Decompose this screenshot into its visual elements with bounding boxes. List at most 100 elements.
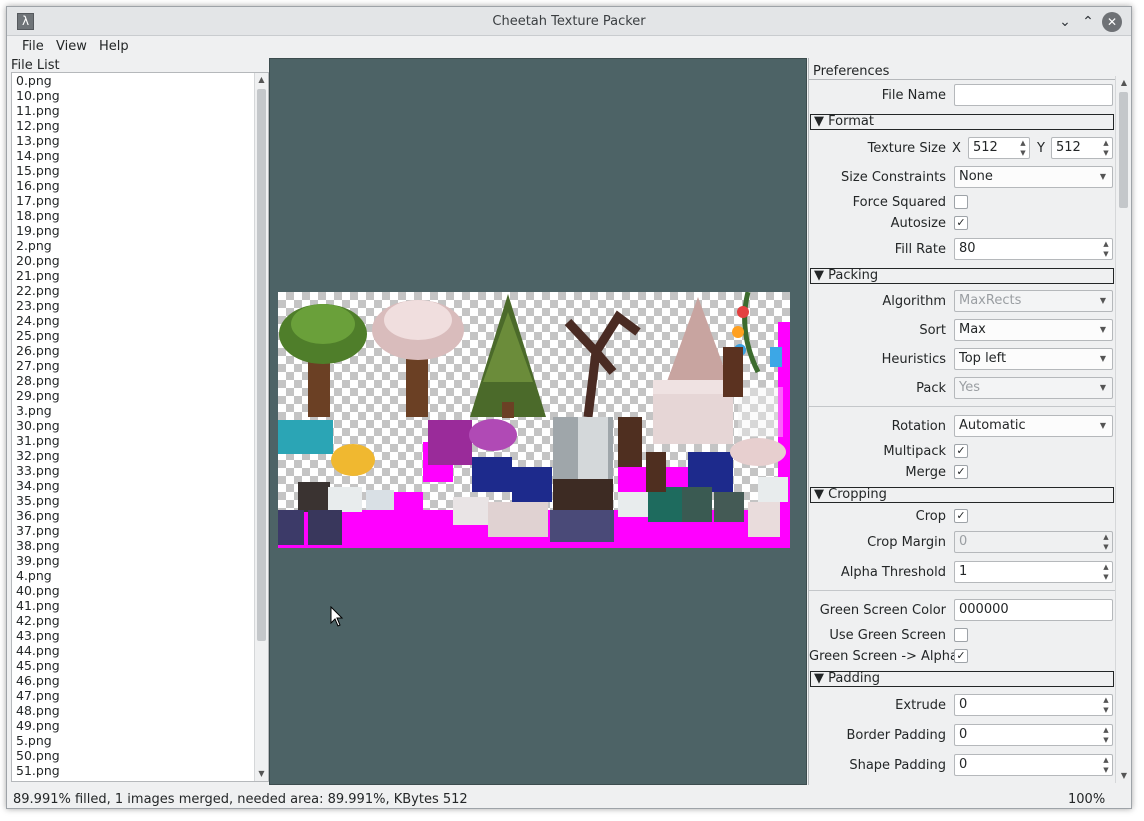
stepper-icon[interactable]: ▲ ▼ xyxy=(1100,695,1112,715)
menu-help[interactable]: Help xyxy=(99,39,129,54)
file-list-item[interactable]: 12.png xyxy=(12,118,268,133)
scroll-down-icon[interactable]: ▼ xyxy=(1117,769,1131,783)
file-list-item[interactable]: 29.png xyxy=(12,388,268,403)
file-list-item[interactable]: 30.png xyxy=(12,418,268,433)
section-packing[interactable]: ▼ Packing xyxy=(810,268,1114,284)
texture-preview-canvas[interactable] xyxy=(269,58,807,785)
close-icon[interactable]: ✕ xyxy=(1102,12,1122,32)
menu-file[interactable]: File xyxy=(22,39,44,54)
file-list-item[interactable]: 36.png xyxy=(12,508,268,523)
scroll-thumb[interactable] xyxy=(1119,92,1128,208)
file-list-item[interactable]: 3.png xyxy=(12,403,268,418)
file-list-item[interactable]: 4.png xyxy=(12,568,268,583)
file-list-item[interactable]: 24.png xyxy=(12,313,268,328)
multipack-checkbox[interactable]: ✓ xyxy=(954,444,968,458)
file-list-item[interactable]: 20.png xyxy=(12,253,268,268)
file-list-item[interactable]: 31.png xyxy=(12,433,268,448)
file-list-item[interactable]: 32.png xyxy=(12,448,268,463)
fill-rate-input[interactable]: 80 ▲ ▼ xyxy=(954,238,1113,260)
file-list-item[interactable]: 43.png xyxy=(12,628,268,643)
section-format[interactable]: ▼ Format xyxy=(810,114,1114,130)
file-list-item[interactable]: 14.png xyxy=(12,148,268,163)
file-list-item[interactable]: 46.png xyxy=(12,673,268,688)
alpha-threshold-input[interactable]: 1 ▲ ▼ xyxy=(954,561,1113,583)
minimize-icon[interactable]: ⌄ xyxy=(1055,12,1075,32)
file-list-item[interactable]: 35.png xyxy=(12,493,268,508)
preferences-scrollbar[interactable]: ▲ ▼ xyxy=(1115,76,1131,783)
file-list-item[interactable]: 19.png xyxy=(12,223,268,238)
file-list[interactable]: 0.png 10.png 11.png 12.png 13.png 14.png 15.pn… xyxy=(11,72,269,782)
file-list-item[interactable]: 18.png xyxy=(12,208,268,223)
file-list-item[interactable]: 21.png xyxy=(12,268,268,283)
file-list-item[interactable]: 40.png xyxy=(12,583,268,598)
file-name-input[interactable] xyxy=(954,84,1113,106)
file-list-item[interactable]: 23.png xyxy=(12,298,268,313)
file-list-item[interactable]: 10.png xyxy=(12,88,268,103)
file-list-item[interactable]: 27.png xyxy=(12,358,268,373)
file-list-item[interactable]: 49.png xyxy=(12,718,268,733)
scroll-up-icon[interactable]: ▲ xyxy=(1117,76,1131,90)
crop-margin-input[interactable]: 0 ▲ ▼ xyxy=(954,531,1113,553)
texture-size-y-input[interactable]: 512 ▲ ▼ xyxy=(1051,137,1113,159)
merge-checkbox[interactable]: ✓ xyxy=(954,465,968,479)
file-list-item[interactable]: 38.png xyxy=(12,538,268,553)
heuristics-select[interactable]: Top left ▼ xyxy=(954,348,1113,370)
algorithm-select[interactable]: MaxRects ▼ xyxy=(954,290,1113,312)
scroll-up-icon[interactable]: ▲ xyxy=(255,73,268,87)
stepper-icon[interactable]: ▲ ▼ xyxy=(1017,138,1029,158)
file-list-item[interactable]: 0.png xyxy=(12,73,268,88)
section-padding[interactable]: ▼ Padding xyxy=(810,671,1114,687)
crop-checkbox[interactable]: ✓ xyxy=(954,509,968,523)
file-list-item[interactable]: 2.png xyxy=(12,238,268,253)
section-cropping[interactable]: ▼ Cropping xyxy=(810,487,1114,503)
file-list-item[interactable]: 28.png xyxy=(12,373,268,388)
file-list-item[interactable]: 45.png xyxy=(12,658,268,673)
file-list-item[interactable]: 15.png xyxy=(12,163,268,178)
file-list-item[interactable]: 44.png xyxy=(12,643,268,658)
pack-select[interactable]: Yes ▼ xyxy=(954,377,1113,399)
file-list-item[interactable]: 33.png xyxy=(12,463,268,478)
use-green-screen-checkbox[interactable] xyxy=(954,628,968,642)
file-list-item[interactable]: 22.png xyxy=(12,283,268,298)
file-list-item[interactable]: 42.png xyxy=(12,613,268,628)
title-bar[interactable]: λ Cheetah Texture Packer ⌄ ⌃ ✕ xyxy=(7,7,1131,36)
texture-size-x-input[interactable]: 512 ▲ ▼ xyxy=(968,137,1030,159)
green-screen-alpha-checkbox[interactable]: ✓ xyxy=(954,649,968,663)
extrude-input[interactable]: 0 ▲ ▼ xyxy=(954,694,1113,716)
size-constraints-select[interactable]: None ▼ xyxy=(954,166,1113,188)
force-squared-checkbox[interactable] xyxy=(954,195,968,209)
stepper-icon[interactable]: ▲ ▼ xyxy=(1100,562,1112,582)
menu-view[interactable]: View xyxy=(56,39,87,54)
autosize-checkbox[interactable]: ✓ xyxy=(954,216,968,230)
file-list-item[interactable]: 25.png xyxy=(12,328,268,343)
file-list-scrollbar[interactable]: ▲ ▼ xyxy=(254,73,268,781)
file-list-item[interactable]: 50.png xyxy=(12,748,268,763)
stepper-icon[interactable]: ▲ ▼ xyxy=(1100,755,1112,775)
stepper-icon[interactable]: ▲ ▼ xyxy=(1100,532,1112,552)
zoom-level: 100% xyxy=(1068,792,1106,807)
file-list-item[interactable]: 11.png xyxy=(12,103,268,118)
file-list-item[interactable]: 34.png xyxy=(12,478,268,493)
file-list-item[interactable]: 16.png xyxy=(12,178,268,193)
stepper-icon[interactable]: ▲ ▼ xyxy=(1100,138,1112,158)
green-screen-color-input[interactable]: 000000 xyxy=(954,599,1113,621)
maximize-icon[interactable]: ⌃ xyxy=(1078,12,1098,32)
border-padding-input[interactable]: 0 ▲ ▼ xyxy=(954,724,1113,746)
file-list-item[interactable]: 17.png xyxy=(12,193,268,208)
rotation-select[interactable]: Automatic ▼ xyxy=(954,415,1113,437)
file-list-item[interactable]: 48.png xyxy=(12,703,268,718)
file-list-item[interactable]: 37.png xyxy=(12,523,268,538)
stepper-icon[interactable]: ▲ ▼ xyxy=(1100,239,1112,259)
file-list-item[interactable]: 13.png xyxy=(12,133,268,148)
stepper-icon[interactable]: ▲ ▼ xyxy=(1100,725,1112,745)
file-list-item[interactable]: 41.png xyxy=(12,598,268,613)
file-list-item[interactable]: 51.png xyxy=(12,763,268,778)
scroll-down-icon[interactable]: ▼ xyxy=(255,767,268,781)
file-list-item[interactable]: 26.png xyxy=(12,343,268,358)
file-list-item[interactable]: 47.png xyxy=(12,688,268,703)
shape-padding-input[interactable]: 0 ▲ ▼ xyxy=(954,754,1113,776)
sort-select[interactable]: Max ▼ xyxy=(954,319,1113,341)
file-list-item[interactable]: 5.png xyxy=(12,733,268,748)
file-list-item[interactable]: 39.png xyxy=(12,553,268,568)
scroll-thumb[interactable] xyxy=(257,89,266,641)
